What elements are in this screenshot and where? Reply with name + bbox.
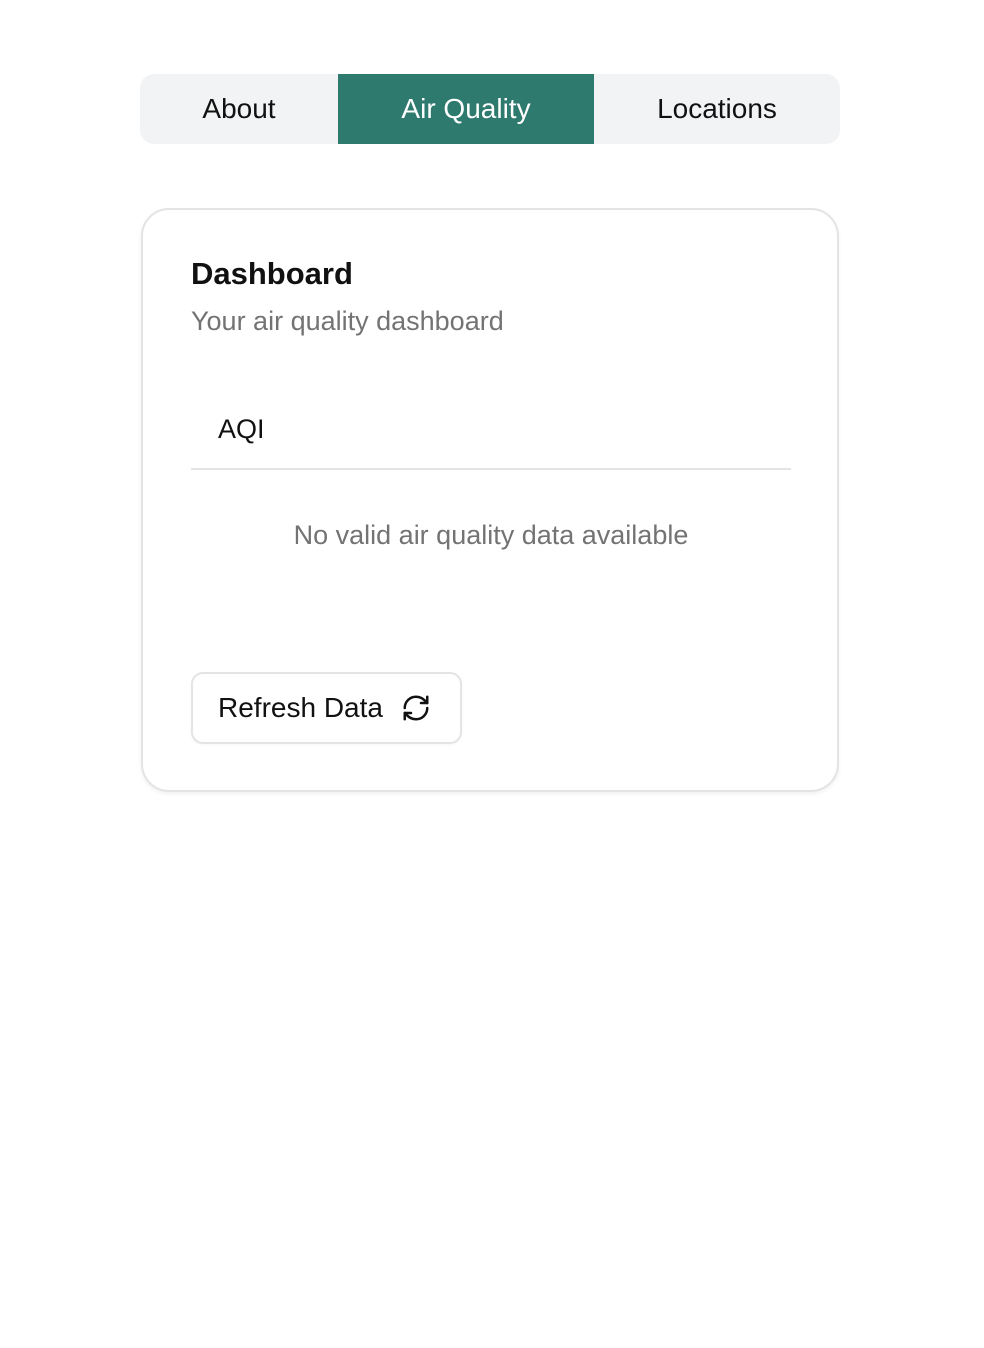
table-header: AQI [191,392,791,470]
card-title: Dashboard [191,256,353,291]
tab-locations[interactable]: Locations [594,74,840,144]
refresh-button-label: Refresh Data [218,692,383,723]
column-header-aqi: AQI [218,414,265,444]
card-subtitle: Your air quality dashboard [191,306,504,336]
tab-air-quality[interactable]: Air Quality [338,74,594,144]
refresh-data-button[interactable]: Refresh Data [191,672,462,744]
dashboard-card: Dashboard Your air quality dashboard AQI… [141,208,839,792]
empty-state-message: No valid air quality data available [293,520,689,550]
refresh-icon [401,693,431,723]
tab-about[interactable]: About [140,74,338,144]
tab-bar: About Air Quality Locations [140,74,840,144]
